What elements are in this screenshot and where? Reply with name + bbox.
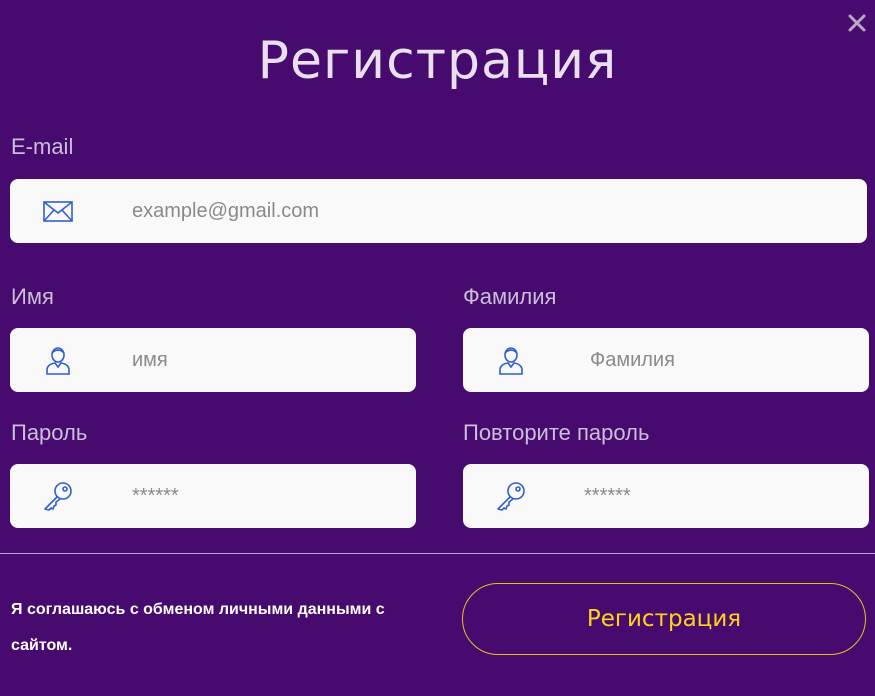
last-name-input[interactable] <box>590 328 850 392</box>
key-icon <box>42 480 74 512</box>
password-input[interactable] <box>132 464 392 528</box>
envelope-icon <box>42 195 74 227</box>
register-button[interactable]: Регистрация <box>462 583 866 655</box>
first-name-label: Имя <box>11 284 54 309</box>
agreement-text: Я соглашаюсь с обменом личными данными с… <box>11 601 385 654</box>
repeat-password-field-container[interactable] <box>463 464 869 528</box>
last-name-label: Фамилия <box>463 284 557 309</box>
password-label: Пароль <box>11 420 88 445</box>
last-name-field-container[interactable] <box>463 328 869 392</box>
user-icon <box>495 344 527 376</box>
key-icon <box>495 480 527 512</box>
password-field-container[interactable] <box>10 464 416 528</box>
user-icon <box>42 344 74 376</box>
email-label: E-mail <box>11 134 74 159</box>
email-input[interactable] <box>132 179 832 243</box>
divider <box>0 553 875 554</box>
repeat-password-label: Повторите пароль <box>463 420 650 445</box>
dialog-title: Регистрация <box>257 31 618 91</box>
email-field-container[interactable] <box>10 179 867 243</box>
first-name-field-container[interactable] <box>10 328 416 392</box>
repeat-password-input[interactable] <box>584 464 844 528</box>
first-name-input[interactable] <box>132 328 392 392</box>
